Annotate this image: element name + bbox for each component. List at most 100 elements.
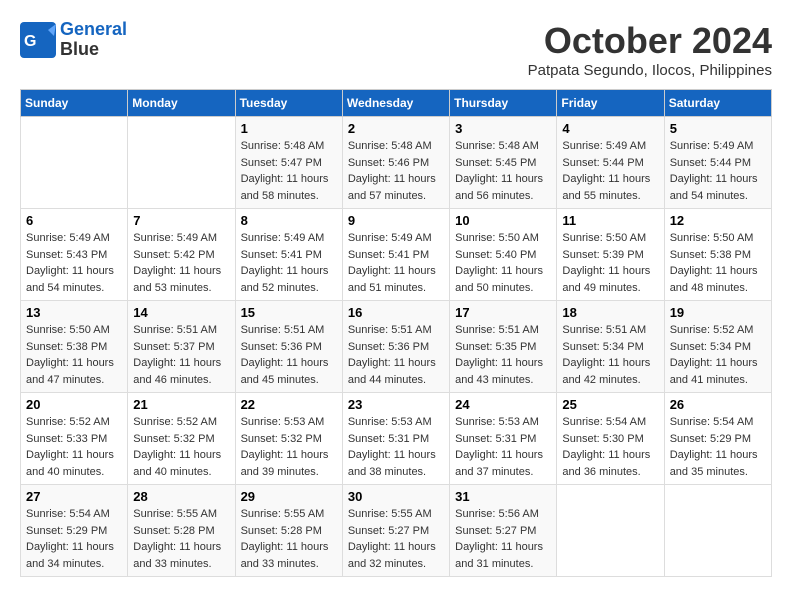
calendar-cell [557, 485, 664, 577]
calendar-cell: 16 Sunrise: 5:51 AM Sunset: 5:36 PM Dayli… [342, 301, 449, 393]
calendar-cell: 7 Sunrise: 5:49 AM Sunset: 5:42 PM Daylig… [128, 209, 235, 301]
col-header-friday: Friday [557, 90, 664, 117]
location-subtitle: Patpata Segundo, Ilocos, Philippines [528, 62, 772, 79]
calendar-cell [128, 117, 235, 209]
calendar-cell: 20Sunrise: 5:52 AM Sunset: 5:33 PM Dayli… [21, 393, 128, 485]
day-number: 3 [455, 121, 551, 136]
calendar-cell: 5 Sunrise: 5:49 AM Sunset: 5:44 PM Daylig… [664, 117, 771, 209]
calendar-cell: 31Sunrise: 5:56 AM Sunset: 5:27 PM Dayli… [450, 485, 557, 577]
day-info: Sunrise: 5:54 AM Sunset: 5:30 PM Dayligh… [562, 414, 658, 480]
day-info: Sunrise: 5:51 AM Sunset: 5:36 PM Dayligh… [241, 322, 337, 388]
calendar-cell: 6 Sunrise: 5:49 AM Sunset: 5:43 PM Daylig… [21, 209, 128, 301]
day-number: 15 [241, 305, 337, 320]
calendar-cell: 17 Sunrise: 5:51 AM Sunset: 5:35 PM Dayli… [450, 301, 557, 393]
calendar-cell: 30 Sunrise: 5:55 AM Sunset: 5:27 PM Dayli… [342, 485, 449, 577]
day-number: 19 [670, 305, 766, 320]
day-number: 12 [670, 213, 766, 228]
day-info: Sunrise: 5:50 AM Sunset: 5:38 PM Dayligh… [670, 230, 766, 296]
day-number: 14 [133, 305, 229, 320]
day-info: Sunrise: 5:48 AM Sunset: 5:47 PM Dayligh… [241, 138, 337, 204]
day-info: Sunrise: 5:51 AM Sunset: 5:34 PM Dayligh… [562, 322, 658, 388]
day-number: 25 [562, 397, 658, 412]
day-number: 21 [133, 397, 229, 412]
day-number: 26 [670, 397, 766, 412]
day-number: 28 [133, 489, 229, 504]
week-row-2: 6 Sunrise: 5:49 AM Sunset: 5:43 PM Daylig… [21, 209, 772, 301]
day-number: 4 [562, 121, 658, 136]
day-number: 6 [26, 213, 122, 228]
week-row-5: 27 Sunrise: 5:54 AM Sunset: 5:29 PM Dayli… [21, 485, 772, 577]
day-number: 27 [26, 489, 122, 504]
day-info: Sunrise: 5:49 AM Sunset: 5:41 PM Dayligh… [348, 230, 444, 296]
calendar-cell: 8Sunrise: 5:49 AM Sunset: 5:41 PM Daylig… [235, 209, 342, 301]
day-number: 17 [455, 305, 551, 320]
day-number: 13 [26, 305, 122, 320]
day-info: Sunrise: 5:49 AM Sunset: 5:42 PM Dayligh… [133, 230, 229, 296]
day-info: Sunrise: 5:53 AM Sunset: 5:31 PM Dayligh… [348, 414, 444, 480]
day-number: 1 [241, 121, 337, 136]
col-header-monday: Monday [128, 90, 235, 117]
day-info: Sunrise: 5:51 AM Sunset: 5:37 PM Dayligh… [133, 322, 229, 388]
calendar-cell: 28 Sunrise: 5:55 AM Sunset: 5:28 PM Dayli… [128, 485, 235, 577]
svg-text:G: G [24, 33, 36, 50]
calendar-cell: 3 Sunrise: 5:48 AM Sunset: 5:45 PM Daylig… [450, 117, 557, 209]
calendar-cell: 26 Sunrise: 5:54 AM Sunset: 5:29 PM Dayli… [664, 393, 771, 485]
day-number: 18 [562, 305, 658, 320]
day-info: Sunrise: 5:55 AM Sunset: 5:28 PM Dayligh… [133, 506, 229, 572]
calendar-cell: 10 Sunrise: 5:50 AM Sunset: 5:40 PM Dayli… [450, 209, 557, 301]
day-info: Sunrise: 5:49 AM Sunset: 5:44 PM Dayligh… [562, 138, 658, 204]
day-info: Sunrise: 5:49 AM Sunset: 5:44 PM Dayligh… [670, 138, 766, 204]
month-title: October 2024 [528, 20, 772, 62]
day-info: Sunrise: 5:50 AM Sunset: 5:39 PM Dayligh… [562, 230, 658, 296]
page-header: G General Blue October 2024 Patpata Segu… [20, 20, 772, 79]
day-number: 16 [348, 305, 444, 320]
calendar-cell: 19Sunrise: 5:52 AM Sunset: 5:34 PM Dayli… [664, 301, 771, 393]
calendar-cell: 18 Sunrise: 5:51 AM Sunset: 5:34 PM Dayli… [557, 301, 664, 393]
calendar-cell: 13 Sunrise: 5:50 AM Sunset: 5:38 PM Dayli… [21, 301, 128, 393]
calendar-cell: 1 Sunrise: 5:48 AM Sunset: 5:47 PM Daylig… [235, 117, 342, 209]
day-number: 30 [348, 489, 444, 504]
day-number: 23 [348, 397, 444, 412]
calendar-cell: 9Sunrise: 5:49 AM Sunset: 5:41 PM Daylig… [342, 209, 449, 301]
day-number: 20 [26, 397, 122, 412]
col-header-wednesday: Wednesday [342, 90, 449, 117]
logo: G General Blue [20, 20, 127, 60]
title-block: October 2024 Patpata Segundo, Ilocos, Ph… [528, 20, 772, 79]
day-info: Sunrise: 5:55 AM Sunset: 5:27 PM Dayligh… [348, 506, 444, 572]
calendar-cell [21, 117, 128, 209]
day-info: Sunrise: 5:51 AM Sunset: 5:35 PM Dayligh… [455, 322, 551, 388]
calendar-cell: 11 Sunrise: 5:50 AM Sunset: 5:39 PM Dayli… [557, 209, 664, 301]
calendar-cell: 21 Sunrise: 5:52 AM Sunset: 5:32 PM Dayli… [128, 393, 235, 485]
col-header-thursday: Thursday [450, 90, 557, 117]
calendar-cell: 23 Sunrise: 5:53 AM Sunset: 5:31 PM Dayli… [342, 393, 449, 485]
col-header-tuesday: Tuesday [235, 90, 342, 117]
calendar-cell: 27 Sunrise: 5:54 AM Sunset: 5:29 PM Dayli… [21, 485, 128, 577]
day-number: 8 [241, 213, 337, 228]
calendar-table: SundayMondayTuesdayWednesdayThursdayFrid… [20, 89, 772, 577]
day-info: Sunrise: 5:56 AM Sunset: 5:27 PM Dayligh… [455, 506, 551, 572]
day-info: Sunrise: 5:50 AM Sunset: 5:40 PM Dayligh… [455, 230, 551, 296]
day-info: Sunrise: 5:52 AM Sunset: 5:32 PM Dayligh… [133, 414, 229, 480]
col-header-saturday: Saturday [664, 90, 771, 117]
calendar-cell: 29Sunrise: 5:55 AM Sunset: 5:28 PM Dayli… [235, 485, 342, 577]
day-info: Sunrise: 5:54 AM Sunset: 5:29 PM Dayligh… [670, 414, 766, 480]
day-info: Sunrise: 5:50 AM Sunset: 5:38 PM Dayligh… [26, 322, 122, 388]
day-number: 11 [562, 213, 658, 228]
week-row-1: 1 Sunrise: 5:48 AM Sunset: 5:47 PM Daylig… [21, 117, 772, 209]
day-number: 2 [348, 121, 444, 136]
week-row-4: 20Sunrise: 5:52 AM Sunset: 5:33 PM Dayli… [21, 393, 772, 485]
calendar-cell: 24Sunrise: 5:53 AM Sunset: 5:31 PM Dayli… [450, 393, 557, 485]
day-info: Sunrise: 5:48 AM Sunset: 5:45 PM Dayligh… [455, 138, 551, 204]
logo-line1: General [60, 20, 127, 40]
calendar-cell: 4 Sunrise: 5:49 AM Sunset: 5:44 PM Daylig… [557, 117, 664, 209]
day-info: Sunrise: 5:51 AM Sunset: 5:36 PM Dayligh… [348, 322, 444, 388]
day-info: Sunrise: 5:49 AM Sunset: 5:43 PM Dayligh… [26, 230, 122, 296]
day-number: 10 [455, 213, 551, 228]
day-number: 5 [670, 121, 766, 136]
calendar-cell [664, 485, 771, 577]
day-number: 7 [133, 213, 229, 228]
calendar-cell: 22Sunrise: 5:53 AM Sunset: 5:32 PM Dayli… [235, 393, 342, 485]
day-number: 29 [241, 489, 337, 504]
calendar-cell: 2Sunrise: 5:48 AM Sunset: 5:46 PM Daylig… [342, 117, 449, 209]
day-info: Sunrise: 5:54 AM Sunset: 5:29 PM Dayligh… [26, 506, 122, 572]
